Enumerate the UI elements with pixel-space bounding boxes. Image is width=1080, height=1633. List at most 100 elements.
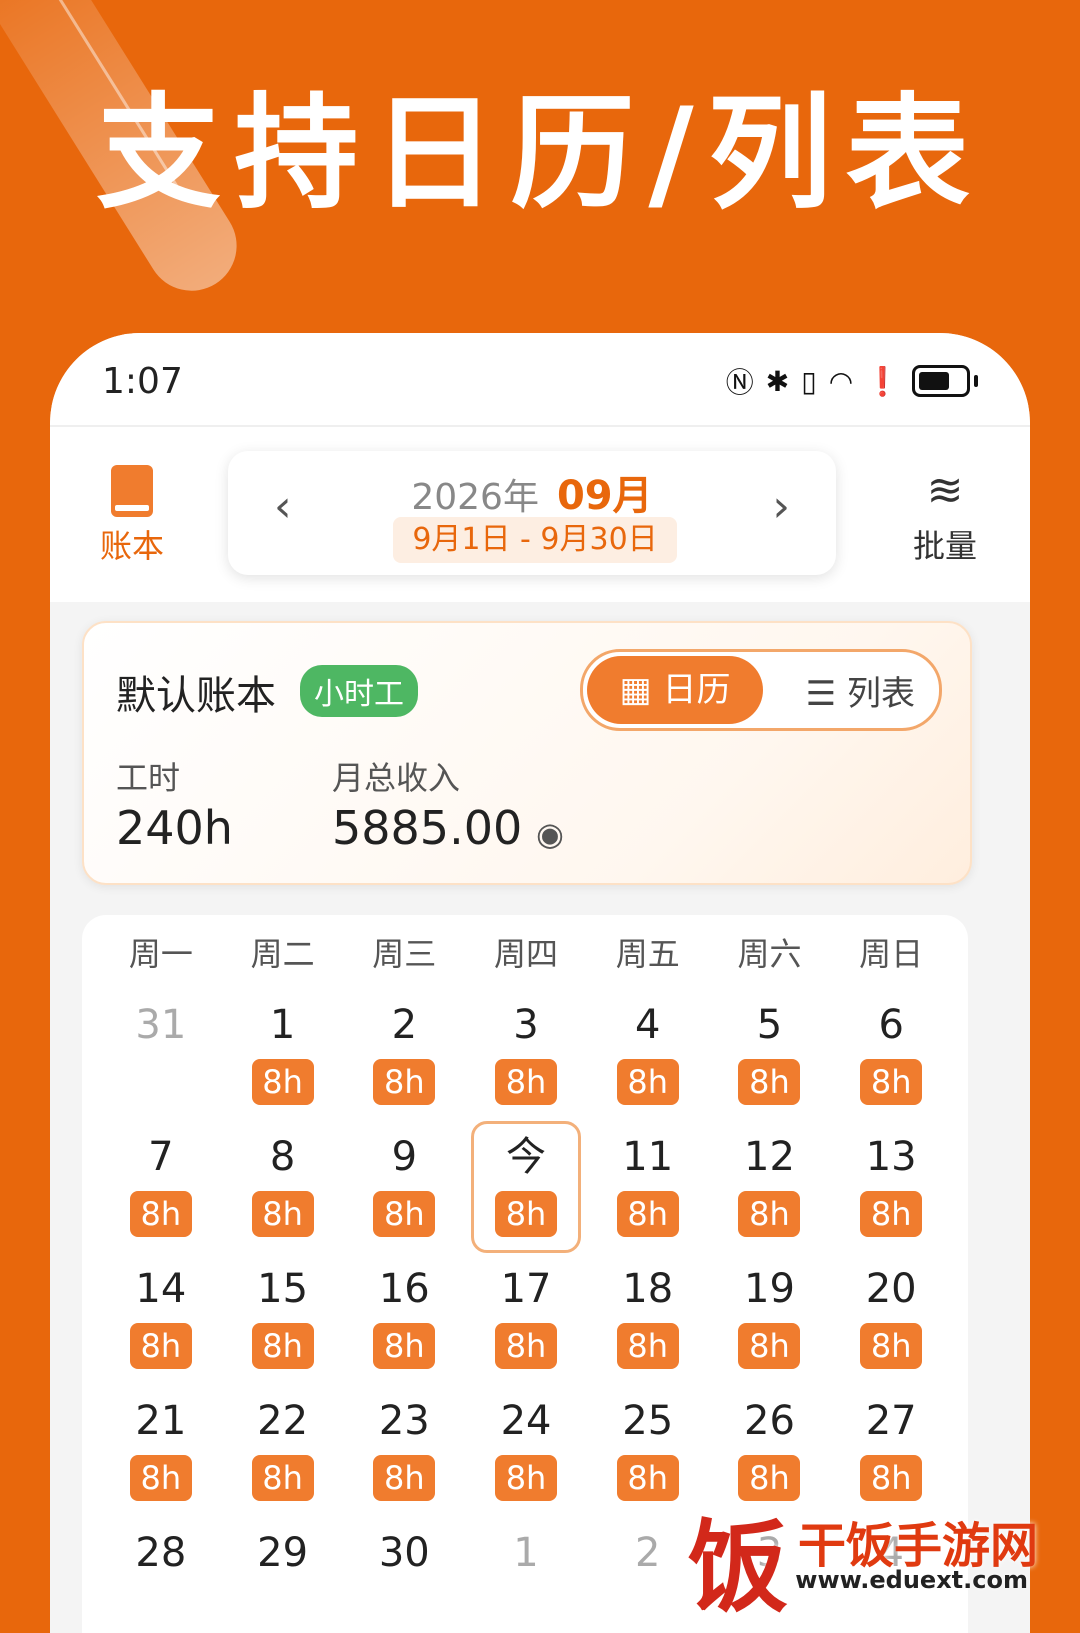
top-nav: 账本 ‹ 2026年 09月 9月1日 - 9月30日 › ≋ 批量 (50, 425, 1030, 602)
calendar-day[interactable]: 6 8h (830, 999, 952, 1131)
ledger-button[interactable]: 账本 (92, 465, 172, 567)
calendar-day[interactable]: 2 8h (343, 999, 465, 1131)
weekday-label: 周五 (615, 935, 680, 973)
calendar-day-today[interactable]: 今 8h (465, 1121, 587, 1263)
weekday-label: 周六 (737, 935, 802, 973)
status-bar: 1:07 Ⓝ ✱ ▯ ◠ ❗ (50, 333, 1030, 425)
date-range: 9月1日 - 9月30日 (393, 517, 677, 563)
day-number: 23 (378, 1398, 430, 1444)
day-hours-badge: 8h (251, 1191, 314, 1237)
year-label: 2026年 (411, 477, 539, 518)
calendar-view-label: 日历 (662, 670, 731, 710)
calendar-day[interactable]: 8 8h (222, 1131, 344, 1263)
calendar-day[interactable]: 3 8h (465, 999, 587, 1131)
calendar-day[interactable]: 7 8h (100, 1131, 222, 1263)
calendar-view-button[interactable]: ▦ 日历 (587, 656, 763, 724)
day-number: 17 (500, 1266, 552, 1312)
batch-button[interactable]: ≋ 批量 (910, 465, 980, 567)
day-number: 25 (622, 1398, 674, 1444)
day-hours-badge: 8h (860, 1323, 923, 1369)
list-view-button[interactable]: ☰ 列表 (806, 666, 915, 715)
day-number: 27 (865, 1398, 917, 1444)
calendar-week-row: 7 8h 8 8h 9 8h 今 8h 11 8h 12 8h 13 8h (100, 1121, 952, 1263)
batch-label: 批量 (912, 527, 977, 565)
calendar-day[interactable]: 18 8h (587, 1263, 709, 1395)
income-stat: 月总收入 5885.00 (332, 753, 522, 855)
day-hours-badge: 8h (251, 1455, 314, 1501)
calendar-day[interactable]: 21 8h (100, 1395, 222, 1527)
calendar-day[interactable]: 11 8h (587, 1131, 709, 1263)
battery-icon (912, 365, 970, 397)
day-hours-badge: 8h (373, 1059, 436, 1105)
calendar-day[interactable]: 17 8h (465, 1263, 587, 1395)
day-hours-badge: 8h (616, 1191, 679, 1237)
day-number: 3 (513, 1002, 539, 1048)
nfc-icon: Ⓝ (725, 366, 754, 399)
next-month-button[interactable]: › (772, 481, 790, 532)
hours-value: 240h (116, 801, 233, 855)
calendar-day[interactable]: 1 (465, 1527, 587, 1633)
day-number: 9 (391, 1134, 418, 1180)
watermark-logo: 饭 (688, 1509, 788, 1626)
list-view-label: 列表 (847, 674, 915, 714)
book-name: 默认账本 (116, 673, 276, 719)
day-number: 31 (135, 1002, 187, 1048)
day-number: 6 (878, 1002, 904, 1048)
calendar-icon: ▦ (619, 670, 652, 710)
day-hours-badge: 8h (738, 1323, 801, 1369)
calendar-day[interactable]: 4 8h (587, 999, 709, 1131)
calendar-day[interactable]: 31 (100, 999, 222, 1131)
day-number: 4 (635, 1002, 661, 1048)
calendar-day[interactable]: 16 8h (343, 1263, 465, 1395)
day-number: 12 (744, 1134, 795, 1180)
weekday-label: 周二 (250, 935, 315, 973)
vibrate-icon: ▯ (801, 364, 817, 398)
day-number: 15 (257, 1266, 309, 1312)
calendar-day[interactable]: 20 8h (830, 1263, 952, 1395)
day-number: 20 (865, 1266, 917, 1312)
calendar-day[interactable]: 29 (222, 1527, 344, 1633)
day-hours-badge: 8h (616, 1323, 679, 1369)
calendar-day[interactable]: 15 8h (222, 1263, 344, 1395)
phone-screen: 1:07 Ⓝ ✱ ▯ ◠ ❗ 账本 ‹ 2026年 09月 9月1日 - 9月30… (50, 333, 1030, 1633)
summary-card: 默认账本 小时工 ▦ 日历 ☰ 列表 工时 240h 月总收入 5885.00 … (82, 621, 972, 885)
day-number: 28 (135, 1530, 187, 1576)
day-number: 30 (378, 1530, 430, 1576)
day-hours-badge: 8h (860, 1059, 923, 1105)
day-number: 21 (135, 1398, 187, 1444)
day-number: 19 (744, 1266, 795, 1312)
promo-headline: 支持日历/列表 (96, 82, 984, 226)
calendar-day[interactable]: 24 8h (465, 1395, 587, 1527)
day-number: 14 (135, 1266, 187, 1312)
day-hours-badge: 8h (251, 1059, 314, 1105)
weekday-header: 周一 周二 周三 周四 周五 周六 周日 (100, 929, 952, 975)
day-number: 5 (756, 1002, 783, 1048)
calendar-day[interactable]: 30 (343, 1527, 465, 1633)
calendar-day[interactable]: 5 8h (709, 999, 831, 1131)
view-toggle: ▦ 日历 ☰ 列表 (580, 649, 942, 731)
day-hours-badge: 8h (129, 1323, 192, 1369)
calendar-day[interactable]: 9 8h (343, 1131, 465, 1263)
calendar-week-row: 31 1 8h 2 8h 3 8h 4 8h 5 8h 6 8h (100, 999, 952, 1131)
calendar-day[interactable]: 13 8h (830, 1131, 952, 1263)
calendar-day[interactable]: 12 8h (709, 1131, 831, 1263)
ledger-label: 账本 (99, 527, 164, 565)
alert-icon: ❗ (865, 364, 900, 398)
calendar-day[interactable]: 19 8h (709, 1263, 831, 1395)
day-hours-badge: 8h (373, 1455, 436, 1501)
day-hours-badge: 8h (495, 1455, 558, 1501)
calendar-day[interactable]: 28 (100, 1527, 222, 1633)
calendar-day[interactable]: 22 8h (222, 1395, 344, 1527)
day-number: 2 (391, 1002, 418, 1048)
layers-icon: ≋ (926, 465, 964, 516)
calendar-day[interactable]: 23 8h (343, 1395, 465, 1527)
eye-icon[interactable]: ◉ (536, 815, 564, 853)
calendar-day[interactable]: 14 8h (100, 1263, 222, 1395)
day-hours-badge: 8h (495, 1323, 558, 1369)
day-hours-badge: 8h (738, 1059, 801, 1105)
calendar-day[interactable]: 1 8h (222, 999, 344, 1131)
day-hours-badge: 8h (251, 1323, 314, 1369)
day-number: 24 (500, 1398, 552, 1444)
hours-stat: 工时 240h (116, 753, 233, 855)
status-icons: Ⓝ ✱ ▯ ◠ ❗ (726, 361, 978, 401)
